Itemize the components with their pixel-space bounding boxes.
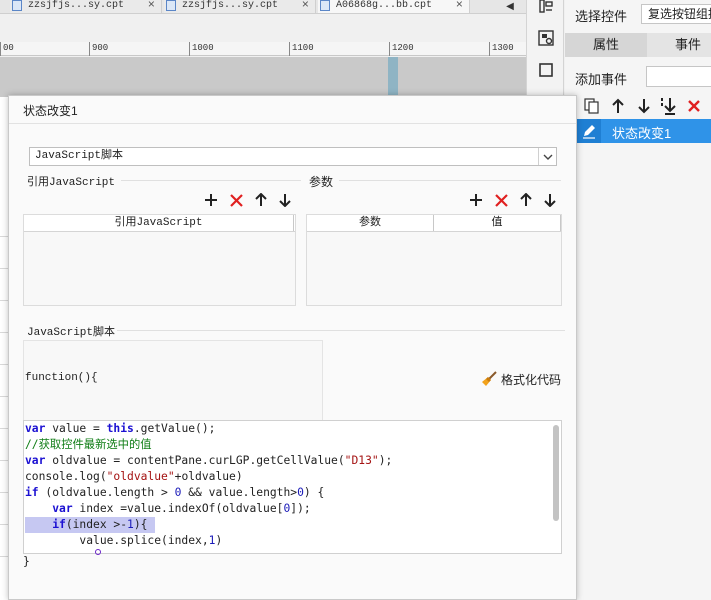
select-widget-label: 选择控件 xyxy=(575,9,628,24)
event-toolbar xyxy=(575,96,711,116)
arrow-down-icon[interactable] xyxy=(635,96,653,116)
params-section-label: 参数 xyxy=(309,175,334,189)
report-file-icon xyxy=(166,0,176,11)
file-tab-label: A06868g...bb.cpt xyxy=(336,0,433,11)
ruler-mark: 1000 xyxy=(189,42,214,56)
format-code-label: 格式化代码 xyxy=(501,372,562,387)
file-tab-2[interactable]: zzsjfjs...sy.cpt × xyxy=(164,0,316,13)
code-line: //获取控件最新选中的值 xyxy=(25,438,152,451)
file-tab-label: zzsjfjs...sy.cpt xyxy=(28,0,125,11)
ref-js-toolbar xyxy=(202,191,302,209)
ruler-mark: 1100 xyxy=(289,42,314,56)
params-toolbar xyxy=(467,191,567,209)
column-header-param[interactable]: 参数 xyxy=(307,215,434,231)
horizontal-ruler: 00 900 1000 1100 1200 1300 xyxy=(0,42,526,56)
widget-settings-icon[interactable] xyxy=(538,30,554,46)
dialog-title: 状态改变1 xyxy=(23,104,78,118)
event-edit-dialog: 状态改变1 JavaScript脚本 引用JavaScript 引用JavaSc… xyxy=(8,95,577,600)
tab-scroll-left-icon[interactable]: ◀ xyxy=(502,0,518,13)
table-header: 参数 值 xyxy=(307,215,561,232)
code-line: var value = this.getValue(); xyxy=(25,422,216,435)
ruler-mark: 1300 xyxy=(489,42,514,56)
section-divider xyxy=(121,180,301,181)
close-tab-icon[interactable]: × xyxy=(456,0,463,11)
column-header[interactable]: 引用JavaScript xyxy=(24,215,294,231)
function-signature: function(){ xyxy=(25,372,98,384)
code-editor[interactable]: var value = this.getValue(); //获取控件最新选中的… xyxy=(23,420,562,554)
arrow-up-icon[interactable] xyxy=(252,191,270,209)
frame-icon[interactable] xyxy=(538,62,554,78)
file-tab-1[interactable]: zzsjfjs...sy.cpt × xyxy=(10,0,162,13)
delete-icon[interactable] xyxy=(227,191,245,209)
ref-js-table[interactable]: 引用JavaScript xyxy=(23,214,296,306)
code-line: if (oldvalue.length > 0 && value.length>… xyxy=(25,486,325,499)
event-list-item[interactable]: 状态改变1 xyxy=(577,119,711,143)
copy-icon[interactable] xyxy=(583,96,601,116)
widget-select-row: 选择控件 复选按钮组控 xyxy=(565,0,711,28)
close-tab-icon[interactable]: × xyxy=(148,0,155,11)
script-type-select[interactable]: JavaScript脚本 xyxy=(29,147,557,166)
event-item-label: 状态改变1 xyxy=(612,126,672,141)
panel-tabs: 属性 事件 xyxy=(565,33,711,57)
report-file-icon xyxy=(320,0,330,11)
arrow-up-icon[interactable] xyxy=(609,96,627,116)
file-tab-bar: zzsjfjs...sy.cpt × zzsjfjs...sy.cpt × A0… xyxy=(0,0,526,14)
canvas-selection-marker xyxy=(388,57,398,97)
chevron-down-icon[interactable] xyxy=(538,148,556,165)
move-bottom-icon[interactable] xyxy=(659,96,677,116)
format-code-button[interactable]: 格式化代码 xyxy=(481,371,561,387)
widget-select[interactable]: 复选按钮组控 xyxy=(641,4,711,24)
params-table[interactable]: 参数 值 xyxy=(306,214,562,306)
add-icon[interactable] xyxy=(467,191,485,209)
file-tab-3[interactable]: A06868g...bb.cpt × xyxy=(318,0,470,13)
ruler-mark: 00 xyxy=(0,42,14,56)
column-header-value[interactable]: 值 xyxy=(434,215,561,231)
tab-events[interactable]: 事件 xyxy=(647,33,711,57)
code-line-highlighted: if(index >-1){ xyxy=(25,517,155,533)
scrollbar-thumb[interactable] xyxy=(553,425,559,521)
section-divider xyxy=(117,330,565,331)
report-file-icon xyxy=(12,0,22,11)
broom-icon xyxy=(482,371,497,386)
code-line: console.log("oldvalue"+oldvalue) xyxy=(25,470,243,483)
add-icon[interactable] xyxy=(202,191,220,209)
add-event-select[interactable] xyxy=(646,66,711,87)
edit-pencil-icon[interactable] xyxy=(577,119,601,143)
tab-properties[interactable]: 属性 xyxy=(565,33,647,57)
arrow-down-icon[interactable] xyxy=(276,191,294,209)
code-scrollbar[interactable] xyxy=(551,421,561,553)
add-event-label: 添加事件 xyxy=(575,72,628,87)
delete-icon[interactable] xyxy=(685,96,703,116)
ref-js-section-label: 引用JavaScript xyxy=(27,177,116,189)
ruler-mark: 1200 xyxy=(389,42,414,56)
ruler-mark: 900 xyxy=(89,42,108,56)
script-section-label: JavaScript脚本 xyxy=(27,327,116,339)
function-closing-brace: } xyxy=(23,555,30,568)
properties-panel: 选择控件 复选按钮组控 属性 事件 添加事件 状态改变1 xyxy=(565,0,711,600)
breakpoint-marker-icon xyxy=(95,549,101,555)
arrow-up-icon[interactable] xyxy=(517,191,535,209)
delete-icon[interactable] xyxy=(492,191,510,209)
arrow-down-icon[interactable] xyxy=(541,191,559,209)
section-divider xyxy=(339,180,561,181)
code-line: value.splice(index,1) xyxy=(25,534,223,547)
script-type-value: JavaScript脚本 xyxy=(35,150,124,162)
table-header: 引用JavaScript xyxy=(24,215,295,232)
code-line: var index =value.indexOf(oldvalue[0]); xyxy=(52,502,311,515)
code-line: var oldvalue = contentPane.curLGP.getCel… xyxy=(25,454,393,467)
file-tab-label: zzsjfjs...sy.cpt xyxy=(182,0,279,11)
title-divider xyxy=(9,123,576,124)
close-tab-icon[interactable]: × xyxy=(302,0,309,11)
design-canvas[interactable] xyxy=(0,57,526,97)
layout-grid-icon[interactable] xyxy=(538,0,554,16)
